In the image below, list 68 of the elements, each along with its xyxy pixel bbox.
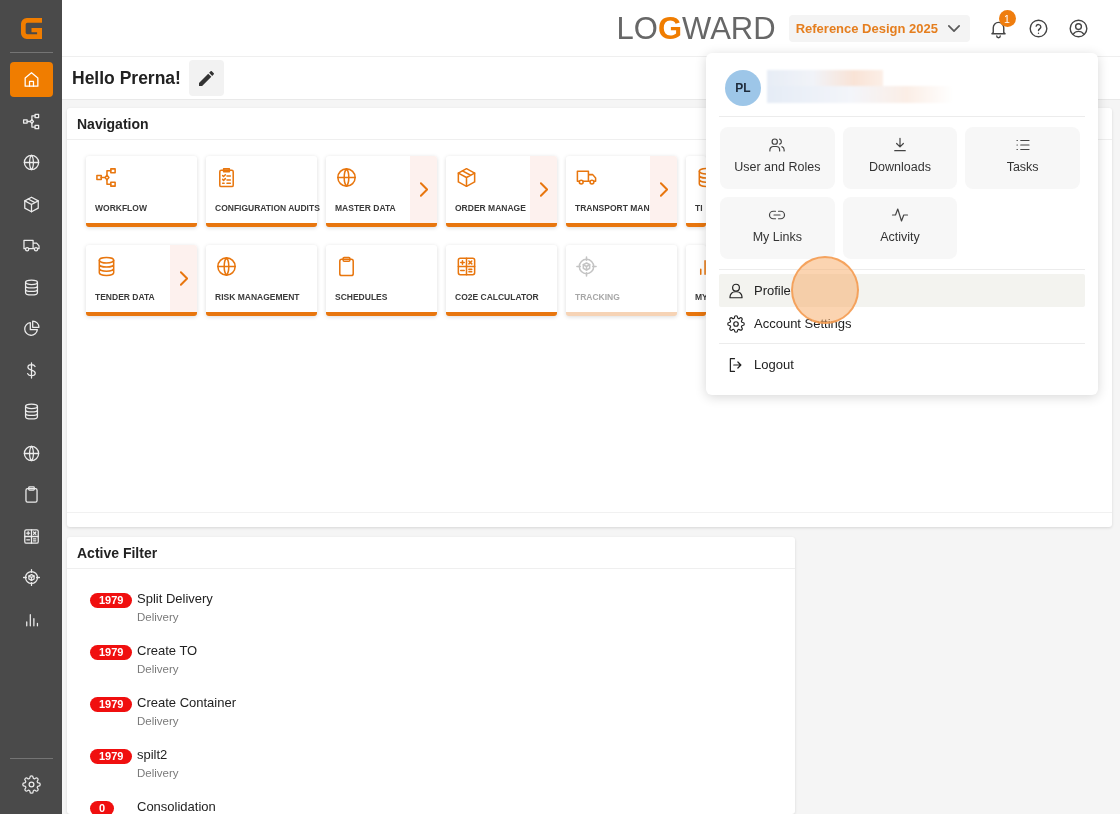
nav-tile[interactable]: SCHEDULES bbox=[326, 245, 437, 316]
count-badge: 1979 bbox=[90, 749, 133, 764]
menu-item[interactable]: Profile bbox=[719, 274, 1085, 307]
caret-icon bbox=[948, 24, 960, 32]
nav-tile[interactable]: TRANSPORT MAN bbox=[566, 156, 677, 227]
user-avatar: PL bbox=[725, 70, 761, 106]
globe-icon bbox=[21, 443, 41, 463]
count-badge: 0 bbox=[90, 801, 115, 814]
globe-icon bbox=[215, 255, 238, 278]
settings-icon bbox=[727, 314, 745, 333]
nav-tile[interactable]: TI bbox=[686, 156, 706, 227]
filter-name[interactable]: Split Delivery bbox=[137, 590, 213, 607]
nav-tile[interactable]: CO2E CALCULATOR bbox=[446, 245, 557, 316]
sidebar-nav-button[interactable] bbox=[9, 62, 53, 97]
calculator-icon bbox=[21, 526, 41, 546]
notification-badge: 1 bbox=[998, 10, 1016, 27]
calculator-icon bbox=[455, 255, 478, 278]
chevron-right-icon bbox=[179, 271, 188, 286]
chevron-right-icon bbox=[419, 182, 428, 197]
filter-name[interactable]: Create Container bbox=[137, 694, 236, 711]
filter-category: Delivery bbox=[137, 610, 180, 624]
chevron-right-icon bbox=[659, 182, 668, 197]
pulse-icon bbox=[891, 206, 909, 224]
quick-link-button[interactable]: Activity bbox=[842, 197, 958, 259]
users-icon bbox=[768, 136, 787, 154]
nav-tile[interactable]: RISK MANAGEMENT bbox=[206, 245, 317, 316]
filter-category: Delivery bbox=[137, 766, 179, 780]
globe-icon bbox=[335, 166, 358, 189]
count-badge: 1979 bbox=[90, 697, 133, 712]
crosshair-icon bbox=[575, 255, 598, 278]
nav-tile[interactable]: MASTER DATA bbox=[326, 156, 437, 227]
count-badge: 1979 bbox=[90, 645, 133, 660]
chevron-right-icon bbox=[539, 182, 548, 197]
quick-link-button[interactable]: User and Roles bbox=[720, 127, 835, 189]
filter-category: Delivery bbox=[137, 714, 180, 728]
nav-tile[interactable]: TENDER DATA bbox=[86, 245, 197, 316]
menu-item[interactable]: Logout bbox=[719, 348, 1085, 381]
quick-link-button[interactable]: My Links bbox=[720, 197, 835, 259]
logo: LOGWARD bbox=[616, 12, 776, 44]
flowchart-icon bbox=[21, 111, 41, 131]
card-title: Navigation bbox=[77, 115, 149, 132]
account-button[interactable] bbox=[1066, 16, 1090, 40]
filter-category: Delivery bbox=[137, 662, 180, 676]
nav-tile[interactable]: WORKFLOW bbox=[86, 156, 197, 227]
user-icon bbox=[727, 281, 745, 300]
card-title: Active Filter bbox=[77, 544, 158, 561]
quick-link-button[interactable]: Downloads bbox=[842, 127, 958, 189]
help-icon bbox=[1027, 17, 1049, 39]
box-icon bbox=[21, 194, 41, 214]
download-icon bbox=[891, 136, 909, 154]
crosshair-icon bbox=[21, 568, 41, 587]
pie-chart-icon bbox=[21, 319, 41, 338]
nav-tile[interactable]: ORDER MANAGE bbox=[446, 156, 557, 227]
filter-name[interactable]: Consolidation bbox=[137, 798, 216, 814]
flowchart-icon bbox=[95, 166, 118, 189]
settings-icon bbox=[21, 775, 41, 794]
filter-name[interactable]: spilt2 bbox=[137, 746, 179, 763]
filter-name[interactable]: Create TO bbox=[137, 642, 198, 659]
greeting-title: Hello Prerna! bbox=[72, 67, 181, 89]
box-icon bbox=[455, 166, 478, 189]
pencil-icon bbox=[198, 70, 214, 86]
globe-icon bbox=[21, 153, 41, 172]
edit-button[interactable] bbox=[188, 60, 224, 96]
count-badge: 1979 bbox=[90, 593, 133, 608]
quick-link-button[interactable]: Tasks bbox=[965, 127, 1080, 189]
account-icon bbox=[1067, 17, 1089, 39]
logo-icon bbox=[20, 18, 42, 39]
help-button[interactable] bbox=[1026, 16, 1050, 40]
